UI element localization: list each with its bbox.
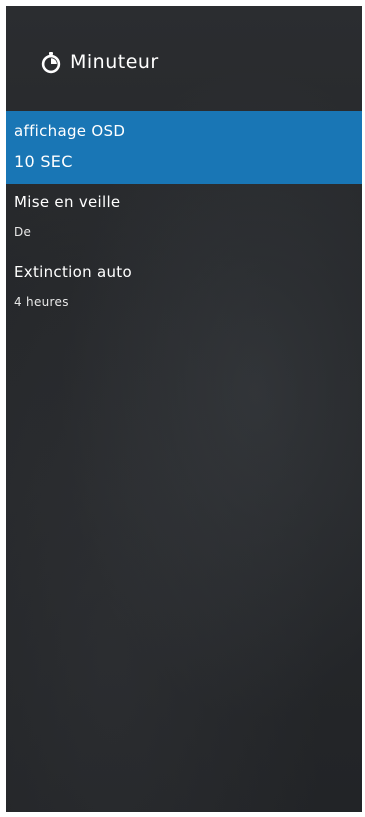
menu-item-value: De xyxy=(14,225,32,239)
menu-item-value: 10 SEC xyxy=(14,152,73,171)
menu-item-osd-display[interactable]: affichage OSD 10 SEC xyxy=(6,111,362,184)
menu-item-sleep[interactable]: Mise en veille De xyxy=(6,190,362,250)
timer-settings-panel: Minuteur affichage OSD 10 SEC Mise en ve… xyxy=(6,6,362,812)
menu-item-value: 4 heures xyxy=(14,295,69,309)
page-title: Minuteur xyxy=(70,51,159,73)
stopwatch-icon xyxy=(40,52,62,74)
panel-header: Minuteur xyxy=(6,6,362,106)
menu-item-auto-off[interactable]: Extinction auto 4 heures xyxy=(6,260,362,320)
menu-item-label: affichage OSD xyxy=(14,122,126,140)
menu-item-label: Mise en veille xyxy=(14,193,121,211)
menu-item-label: Extinction auto xyxy=(14,263,132,281)
